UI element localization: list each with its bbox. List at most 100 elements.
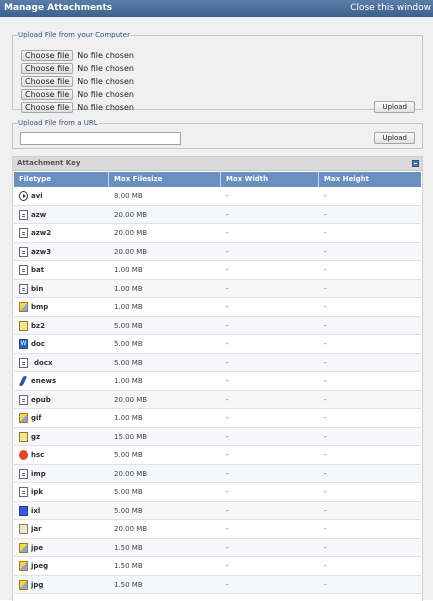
height-cell: - xyxy=(324,377,327,385)
width-cell: - xyxy=(226,229,229,237)
table-row: imp 20.00 MB - - xyxy=(14,464,421,483)
file-status: No file chosen xyxy=(77,76,134,86)
filetype-cell: jpeg xyxy=(31,562,49,570)
table-row: bin 1.00 MB - - xyxy=(14,279,421,298)
width-cell: - xyxy=(226,488,229,496)
document-icon xyxy=(19,487,28,497)
height-cell: - xyxy=(324,395,327,404)
width-cell: - xyxy=(226,192,229,200)
table-row: jpg 1.50 MB - - xyxy=(14,575,421,594)
close-window-link[interactable]: Close this window xyxy=(350,3,431,13)
attachment-key-panel: Attachment Key Filetype Max Filesize Max… xyxy=(12,156,423,601)
filetype-cell: gz xyxy=(31,432,41,441)
file-input-5[interactable]: Choose file No file chosen xyxy=(21,101,134,113)
table-row: epub 20.00 MB - - xyxy=(14,390,421,409)
file-status: No file chosen xyxy=(77,102,134,112)
choose-file-button[interactable]: Choose file xyxy=(21,101,74,113)
file-input-1[interactable]: Choose file No file chosen xyxy=(21,49,134,61)
jar-icon xyxy=(19,524,28,534)
help-icon xyxy=(19,450,28,460)
height-cell: - xyxy=(324,266,327,274)
database-icon xyxy=(19,505,28,516)
file-status: No file chosen xyxy=(77,63,134,73)
table-row: azw 20.00 MB - - xyxy=(14,205,421,224)
filesize-cell: 20.00 MB xyxy=(114,247,148,256)
filetype-cell: azw xyxy=(31,210,47,219)
document-icon xyxy=(19,283,28,294)
dialog-body: Upload File from your Computer Choose fi… xyxy=(0,17,433,601)
col-max-filesize: Max Filesize xyxy=(109,172,221,187)
media-icon xyxy=(19,191,28,201)
table-row: avi 8.00 MB - - xyxy=(14,187,421,206)
window-title: Manage Attachments xyxy=(4,3,113,13)
height-cell: - xyxy=(324,543,327,552)
choose-file-button[interactable]: Choose file xyxy=(21,75,74,87)
filetype-cell: doc xyxy=(31,340,45,348)
width-cell: - xyxy=(226,377,229,385)
height-cell: - xyxy=(324,451,327,459)
filesize-cell: 1.50 MB xyxy=(114,580,143,589)
file-input-3[interactable]: Choose file No file chosen xyxy=(21,75,134,87)
width-cell: - xyxy=(226,562,229,570)
table-row: jpe 1.50 MB - - xyxy=(14,538,421,557)
height-cell: - xyxy=(324,229,327,237)
width-cell: - xyxy=(226,525,229,533)
height-cell: - xyxy=(324,469,327,478)
filetype-cell: avi xyxy=(31,192,43,200)
height-cell: - xyxy=(324,580,327,589)
file-status: No file chosen xyxy=(77,50,134,60)
choose-file-button[interactable]: Choose file xyxy=(21,62,74,74)
filetype-cell: jpe xyxy=(31,543,44,552)
table-row: azw2 20.00 MB - - xyxy=(14,224,421,243)
url-input[interactable] xyxy=(20,132,181,145)
height-cell: - xyxy=(324,562,327,570)
table-row: bmp 1.00 MB - - xyxy=(14,298,421,317)
upload-files-button[interactable]: Upload xyxy=(374,101,415,113)
filesize-cell: 1.00 MB xyxy=(114,377,143,385)
file-input-2[interactable]: Choose file No file chosen xyxy=(21,62,134,74)
table-row: bz2 5.00 MB - - xyxy=(14,316,421,335)
height-cell: - xyxy=(324,525,327,533)
width-cell: - xyxy=(226,340,229,348)
upload-url-button[interactable]: Upload xyxy=(374,132,415,144)
file-status: No file chosen xyxy=(77,89,134,99)
col-filetype: Filetype xyxy=(14,172,109,187)
filesize-cell: 20.00 MB xyxy=(114,469,148,478)
col-max-width: Max Width xyxy=(221,172,319,187)
height-cell: - xyxy=(324,284,327,293)
table-header: Filetype Max Filesize Max Width Max Heig… xyxy=(14,172,421,187)
width-cell: - xyxy=(226,266,229,274)
col-max-height: Max Height xyxy=(324,175,369,183)
choose-file-button[interactable]: Choose file xyxy=(21,49,74,61)
choose-file-button[interactable]: Choose file xyxy=(21,88,74,100)
table-row: gif 1.00 MB - - xyxy=(14,409,421,428)
width-cell: - xyxy=(226,451,229,459)
table-row: Wdoc 5.00 MB - - xyxy=(14,335,421,354)
filesize-cell: 1.00 MB xyxy=(114,266,143,274)
document-icon xyxy=(19,394,28,405)
table-row: bat 1.00 MB - - xyxy=(14,261,421,280)
width-cell: - xyxy=(226,247,229,256)
width-cell: - xyxy=(226,395,229,404)
broken-image-icon xyxy=(19,357,28,368)
filetype-cell: jar xyxy=(31,525,42,533)
filesize-cell: 20.00 MB xyxy=(114,229,148,237)
filesize-cell: 20.00 MB xyxy=(114,210,148,219)
archive-icon xyxy=(19,431,28,442)
width-cell: - xyxy=(226,414,229,422)
file-input-4[interactable]: Choose file No file chosen xyxy=(21,88,134,100)
image-icon xyxy=(19,302,28,312)
height-cell: - xyxy=(324,432,327,441)
filetype-cell: bmp xyxy=(31,303,49,311)
table-row: hsc 5.00 MB - - xyxy=(14,446,421,465)
upload-from-computer-group: Upload File from your Computer Choose fi… xyxy=(12,31,423,113)
width-cell: - xyxy=(226,432,229,441)
filesize-cell: 1.50 MB xyxy=(114,562,143,570)
attachment-key-title: Attachment Key xyxy=(17,159,81,167)
upload-from-computer-legend: Upload File from your Computer xyxy=(18,31,130,39)
image-icon xyxy=(19,579,28,590)
filesize-cell: 20.00 MB xyxy=(114,395,148,404)
collapse-icon[interactable] xyxy=(412,160,419,167)
width-cell: - xyxy=(226,506,229,515)
filesize-cell: 1.00 MB xyxy=(114,284,143,293)
